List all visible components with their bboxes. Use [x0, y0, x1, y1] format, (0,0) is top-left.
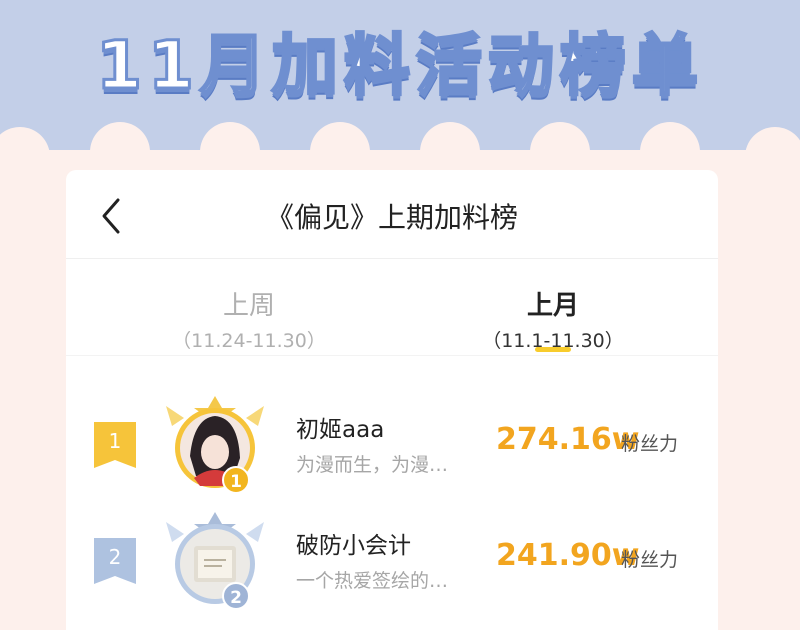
tab-label: 上周 [222, 291, 275, 321]
score-unit: 粉丝力 [621, 549, 679, 571]
avatar-gold-frame-icon: 1 [166, 396, 264, 494]
svg-text:1: 1 [230, 472, 242, 492]
leaderboard-card: 《偏见》上期加料榜 上周 （11.24-11.30） 上月 （11.1-11.3… [66, 170, 718, 630]
avatar[interactable]: 2 [164, 512, 266, 612]
rank-badge: 2 [94, 538, 136, 584]
tab-last-week[interactable]: 上周 （11.24-11.30） [124, 259, 374, 355]
page-title: 《偏见》上期加料榜 [265, 201, 518, 234]
tab-date-range: （11.24-11.30） [172, 330, 326, 352]
rank-number: 2 [108, 545, 122, 569]
rank-badge: 1 [94, 422, 136, 468]
avatar-silver-frame-icon: 2 [166, 512, 264, 610]
user-bio: 一个热爱签绘的… [296, 570, 449, 592]
tab-last-month[interactable]: 上月 （11.1-11.30） [428, 259, 678, 355]
fan-power-score: 241.90w [496, 538, 640, 573]
user-name[interactable]: 初姬aaa [296, 410, 384, 444]
ranking-row[interactable]: 1 1 初姬aaa 为漫而生，为漫… 274.16w 粉丝力 [66, 392, 718, 502]
period-tabs: 上周 （11.24-11.30） 上月 （11.1-11.30） [66, 259, 718, 356]
banner-title: 11月加料活动榜单 [95, 26, 704, 106]
user-name[interactable]: 破防小会计 [296, 526, 411, 560]
scalloped-edge [0, 122, 800, 167]
rank-number: 1 [108, 429, 122, 453]
svg-text:2: 2 [230, 588, 242, 608]
nav-bar: 《偏见》上期加料榜 [66, 170, 718, 259]
ranking-row[interactable]: 2 2 破防小会计 一个热爱签绘的… 241.90w 粉丝力 [66, 508, 718, 618]
tab-label: 上月 [526, 291, 579, 321]
fan-power-score: 274.16w [496, 422, 640, 457]
score-unit: 粉丝力 [621, 433, 679, 455]
user-bio: 为漫而生，为漫… [296, 454, 449, 476]
active-tab-indicator [535, 347, 571, 352]
avatar[interactable]: 1 [164, 396, 266, 496]
